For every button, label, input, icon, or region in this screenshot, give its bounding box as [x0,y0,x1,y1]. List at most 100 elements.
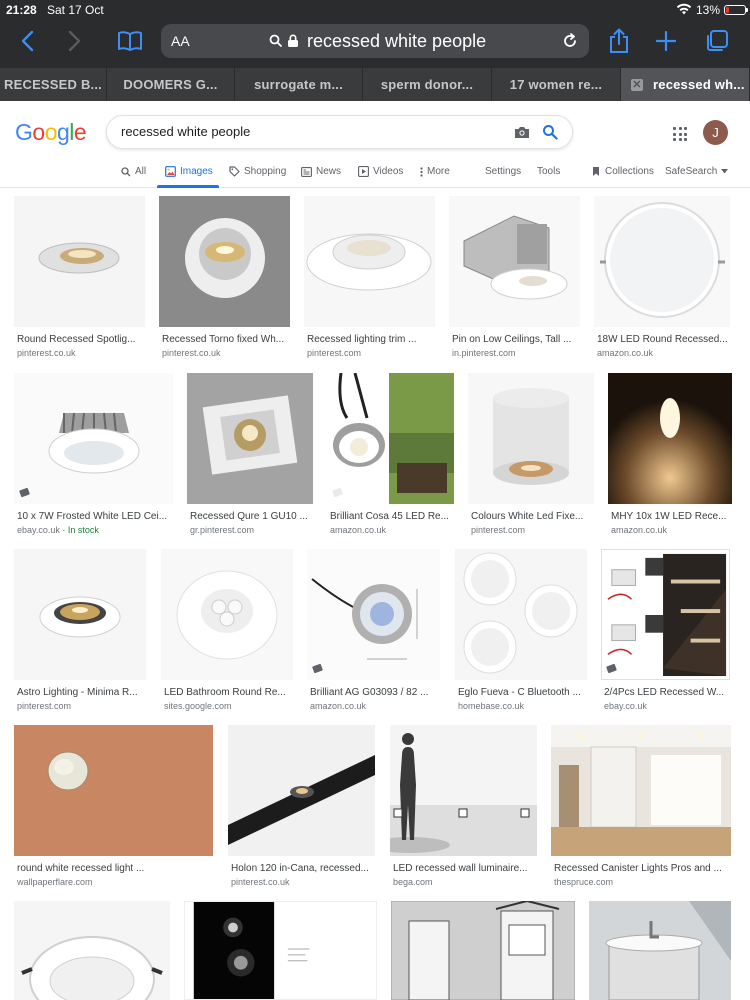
image-result[interactable] [14,901,171,1000]
result-thumbnail[interactable] [14,549,146,680]
result-thumbnail[interactable] [449,196,580,327]
tab-shopping[interactable]: Shopping [229,166,286,177]
image-result[interactable] [589,901,732,1000]
result-thumbnail[interactable] [327,373,454,504]
tab-3[interactable]: surrogate m... [235,68,363,101]
tab-images[interactable]: Images [165,166,213,177]
result-caption[interactable]: LED Bathroom Round Re... [164,687,294,698]
result-thumbnail[interactable] [184,901,377,1000]
result-thumbnail[interactable] [468,373,594,504]
image-result[interactable] [184,901,378,1000]
bookmarks-button[interactable] [114,26,146,56]
result-thumbnail[interactable] [594,196,730,327]
search-icon[interactable] [542,124,558,140]
google-logo[interactable]: Google [15,119,87,146]
result-thumbnail[interactable] [14,373,173,504]
new-tab-button[interactable] [652,26,680,56]
result-caption[interactable]: Recessed lighting trim ... [307,334,435,345]
result-thumbnail[interactable] [14,725,213,856]
image-result[interactable]: Recessed lighting trim ... pinterest.com [304,196,436,361]
avatar[interactable]: J [703,120,728,145]
result-caption[interactable]: Recessed Torno fixed Wh... [162,334,290,345]
apps-grid-icon[interactable] [673,127,687,141]
text-size-button[interactable]: AA [171,33,190,49]
tab-overview-button[interactable] [702,26,732,56]
image-result[interactable]: 18W LED Round Recessed... amazon.co.uk [594,196,732,361]
result-caption[interactable]: Brilliant AG G03093 / 82 ... [310,687,441,698]
result-thumbnail[interactable] [159,196,290,327]
image-result[interactable]: Recessed Canister Lights Pros and ... th… [551,725,732,890]
result-thumbnail[interactable] [608,373,732,504]
result-thumbnail[interactable] [187,373,313,504]
result-caption[interactable]: round white recessed light ... [17,863,214,874]
result-thumbnail[interactable] [589,901,731,1000]
result-thumbnail[interactable] [228,725,375,856]
image-result[interactable]: round white recessed light ... wallpaper… [14,725,214,890]
image-result[interactable]: Recessed Qure 1 GU10 ... gr.pinterest.co… [187,373,314,538]
result-thumbnail[interactable] [161,549,293,680]
result-caption[interactable]: 2/4Pcs LED Recessed W... [604,687,733,698]
image-result[interactable]: Recessed Torno fixed Wh... pinterest.co.… [159,196,291,361]
result-caption[interactable]: Recessed Canister Lights Pros and ... [554,863,732,874]
result-caption[interactable]: Eglo Fueva - C Bluetooth ... [458,687,588,698]
image-result[interactable]: LED Bathroom Round Re... sites.google.co… [161,549,294,714]
result-thumbnail[interactable] [551,725,731,856]
forward-button[interactable] [62,26,88,56]
tab-news[interactable]: News [301,166,341,177]
tab-6-active[interactable]: ✕ recessed wh... [621,68,750,101]
back-button[interactable] [14,26,40,56]
camera-icon[interactable] [514,125,530,139]
image-result[interactable]: Astro Lighting - Minima R... pinterest.c… [14,549,147,714]
image-result[interactable]: Brilliant AG G03093 / 82 ... amazon.co.u… [307,549,441,714]
image-result[interactable]: 10 x 7W Frosted White LED Cei... ebay.co… [14,373,174,538]
address-bar[interactable]: AA recessed white people [161,24,589,58]
image-result[interactable]: Holon 120 in-Cana, recessed... pinterest… [228,725,376,890]
image-result[interactable]: Pin on Low Ceilings, Tall ... in.pintere… [449,196,581,361]
image-result[interactable]: Eglo Fueva - C Bluetooth ... homebase.co… [455,549,588,714]
tab-all[interactable]: All [121,166,146,177]
tab-bar: RECESSED B... DOOMERS G... surrogate m..… [0,68,750,101]
image-result[interactable]: Colours White Led Fixe... pinterest.com [468,373,595,538]
search-box[interactable] [106,115,573,149]
result-caption[interactable]: Brilliant Cosa 45 LED Re... [330,511,455,522]
result-caption[interactable]: 18W LED Round Recessed... [597,334,731,345]
image-result[interactable]: 2/4Pcs LED Recessed W... ebay.co.uk [601,549,732,714]
result-caption[interactable]: LED recessed wall luminaire... [393,863,539,874]
tab-videos[interactable]: Videos [358,166,403,177]
tab-4[interactable]: sperm donor... [363,68,492,101]
result-thumbnail[interactable] [391,901,575,1000]
tab-1[interactable]: RECESSED B... [0,68,107,101]
result-caption[interactable]: 10 x 7W Frosted White LED Cei... [17,511,173,522]
result-thumbnail[interactable] [307,549,440,680]
settings-link[interactable]: Settings [485,166,521,177]
result-caption[interactable]: MHY 10x 1W LED Rece... [611,511,733,522]
result-thumbnail[interactable] [14,196,145,327]
result-caption[interactable]: Recessed Qure 1 GU10 ... [190,511,314,522]
result-caption[interactable]: Holon 120 in-Cana, recessed... [231,863,377,874]
image-result[interactable]: LED recessed wall luminaire... bega.com [390,725,538,890]
tools-link[interactable]: Tools [537,166,560,177]
search-input[interactable] [121,124,501,139]
result-caption[interactable]: Round Recessed Spotlig... [17,334,145,345]
close-tab-icon[interactable]: ✕ [631,78,643,91]
result-thumbnail[interactable] [304,196,435,327]
tab-2[interactable]: DOOMERS G... [107,68,235,101]
image-result[interactable] [391,901,576,1000]
result-thumbnail[interactable] [390,725,537,856]
result-caption[interactable]: Colours White Led Fixe... [471,511,595,522]
image-result[interactable]: MHY 10x 1W LED Rece... amazon.co.uk [608,373,734,538]
image-result[interactable]: Brilliant Cosa 45 LED Re... amazon.co.uk [327,373,455,538]
reload-icon[interactable] [561,32,579,50]
image-result[interactable]: Round Recessed Spotlig... pinterest.co.u… [14,196,146,361]
result-thumbnail[interactable] [455,549,587,680]
caret-down-icon [721,169,729,174]
result-thumbnail[interactable] [14,901,170,1000]
share-button[interactable] [604,26,634,56]
result-thumbnail[interactable] [601,549,730,680]
result-caption[interactable]: Astro Lighting - Minima R... [17,687,147,698]
collections-link[interactable]: Collections [591,166,654,177]
safesearch-dropdown[interactable]: SafeSearch [665,166,729,177]
tab-5[interactable]: 17 women re... [492,68,621,101]
result-caption[interactable]: Pin on Low Ceilings, Tall ... [452,334,580,345]
tab-more[interactable]: More [420,166,450,177]
